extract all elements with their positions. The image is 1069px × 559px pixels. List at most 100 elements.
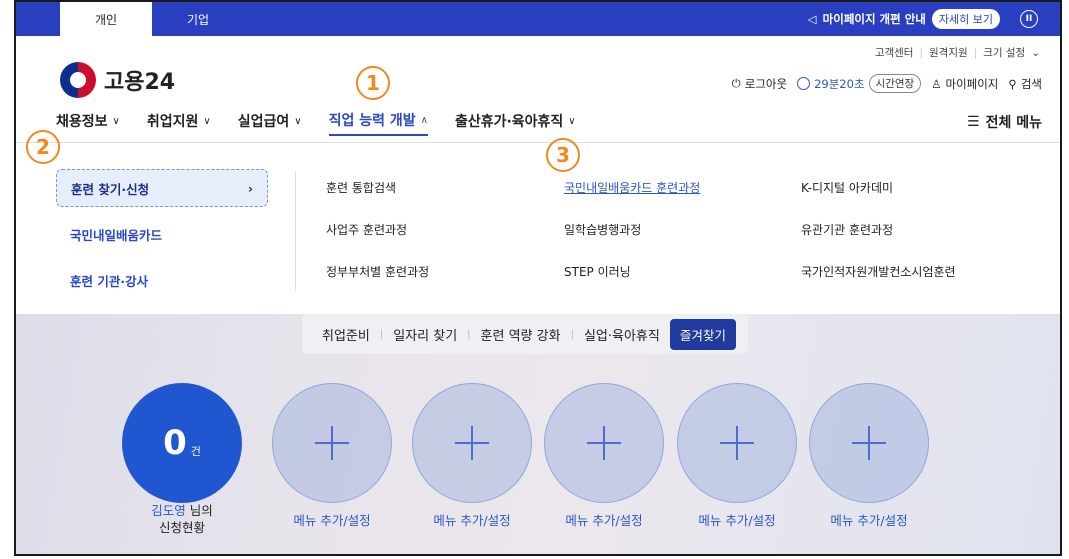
add-menu-caption[interactable]: 메뉴 추가/설정 — [402, 510, 542, 529]
submenu-link-learning-card-courses[interactable]: 국민내일배움카드 훈련과정 — [564, 179, 700, 196]
megaphone-icon: ◁ — [807, 12, 817, 26]
add-menu-button[interactable] — [412, 383, 532, 503]
main-nav: 채용정보 ∨ 취업지원 ∨ 실업급여 ∨ 직업 능력 개발 ∧ 출산휴가·육아휴직 ∨ — [56, 110, 576, 136]
step-badge-1: 1 — [356, 66, 390, 100]
power-icon: ⏻ — [731, 76, 741, 90]
notice-banner: ◁ 마이페이지 개편 안내 자세히 보기 — [808, 2, 1000, 36]
nav-label: 직업 능력 개발 — [328, 113, 416, 129]
font-size-setting[interactable]: 크기 설정 — [983, 45, 1025, 60]
search-icon: ⚲ — [1008, 76, 1017, 91]
submenu-link[interactable]: 정부부처별 훈련과정 — [326, 263, 429, 280]
user-name[interactable]: 김도영 — [151, 503, 186, 518]
remote-support-link[interactable]: 원격지원 — [929, 45, 968, 60]
submenu-column-2: 국민내일배움카드 훈련과정 일학습병행과정 STEP 이러닝 — [564, 179, 700, 280]
mypage-label: 마이페이지 — [945, 76, 999, 91]
add-menu-caption[interactable]: 메뉴 추가/설정 — [534, 510, 674, 529]
nav-item-parental-leave[interactable]: 출산휴가·육아휴직 ∨ — [455, 110, 576, 136]
submenu-link[interactable]: 훈련 통합검색 — [326, 179, 429, 196]
logout-label: 로그아웃 — [744, 76, 788, 91]
add-menu-caption[interactable]: 메뉴 추가/설정 — [262, 510, 402, 529]
sidebar-item-label: 훈련 찾기·신청 — [71, 181, 150, 197]
top-bar: 개인 기업 ◁ 마이페이지 개편 안내 자세히 보기 II — [16, 2, 1060, 36]
tab-company[interactable]: 기업 — [152, 2, 244, 36]
mega-sidebar: 훈련 찾기·신청 › 국민내일배움카드 훈련 기관·강사 — [56, 169, 268, 307]
submenu-column-3: K-디지털 아카데미 유관기관 훈련과정 국가인적자원개발컨소시엄훈련 — [801, 179, 956, 280]
chevron-up-icon: ∧ — [420, 114, 428, 126]
sidebar-item-learning-card[interactable]: 국민내일배움카드 — [56, 215, 268, 253]
submenu-link[interactable]: STEP 이러닝 — [564, 263, 700, 280]
logo-mark-icon — [60, 62, 96, 98]
add-menu-button[interactable] — [544, 383, 664, 503]
extend-session-button[interactable]: 시간연장 — [868, 74, 922, 93]
hero-section: 취업준비 | 일자리 찾기 | 훈련 역량 강화 | 실업·육아휴직 즐겨찾기 … — [16, 314, 1060, 554]
submenu-link[interactable]: K-디지털 아카데미 — [801, 179, 956, 196]
submenu-column-1: 훈련 통합검색 사업주 훈련과정 정부부처별 훈련과정 — [326, 179, 429, 280]
nav-label: 실업급여 — [237, 114, 290, 130]
quick-item[interactable]: 취업준비 — [322, 325, 370, 344]
customer-center-link[interactable]: 고객센터 — [875, 45, 914, 60]
search-button[interactable]: ⚲ 검색 — [1008, 76, 1042, 92]
mypage-link[interactable]: ♙ 마이페이지 — [931, 76, 998, 92]
divider: | — [973, 46, 978, 59]
plus-icon — [852, 426, 886, 460]
user-status-caption: 김도영 님의 신청현황 — [112, 502, 252, 536]
nav-label: 채용정보 — [56, 114, 108, 130]
user-icon: ♙ — [931, 76, 942, 91]
chevron-down-icon: ∨ — [112, 115, 120, 127]
sidebar-item-training-search[interactable]: 훈련 찾기·신청 › — [56, 169, 268, 207]
divider: | — [919, 46, 924, 59]
plus-icon — [315, 426, 349, 460]
submenu-link[interactable]: 유관기관 훈련과정 — [801, 221, 956, 238]
header-actions: ⏻ 로그아웃 29분20초 시간연장 ♙ 마이페이지 ⚲ 검색 — [732, 74, 1042, 93]
nav-item-jobs[interactable]: 채용정보 ∨ — [56, 110, 120, 136]
nav-item-employment-support[interactable]: 취업지원 ∨ — [147, 110, 211, 136]
add-menu-caption[interactable]: 메뉴 추가/설정 — [667, 510, 807, 529]
favorites-button[interactable]: 즐겨찾기 — [669, 318, 736, 350]
notice-text[interactable]: 마이페이지 개편 안내 — [823, 11, 926, 27]
add-menu-button[interactable] — [809, 383, 929, 503]
site-logo[interactable]: 고용24 — [60, 62, 175, 98]
count-unit: 건 — [190, 445, 201, 458]
chevron-right-icon: › — [247, 180, 253, 196]
plus-icon — [455, 426, 489, 460]
quick-item[interactable]: 실업·육아휴직 — [584, 325, 660, 344]
step-badge-3: 3 — [546, 138, 580, 172]
mega-menu: 훈련 찾기·신청 › 국민내일배움카드 훈련 기관·강사 훈련 통합검색 사업주… — [16, 142, 1060, 314]
tab-personal[interactable]: 개인 — [60, 2, 152, 36]
notice-more-button[interactable]: 자세히 보기 — [931, 9, 1000, 29]
submenu-link[interactable]: 일학습병행과정 — [564, 221, 700, 238]
add-menu-button[interactable] — [677, 383, 797, 503]
pause-icon[interactable]: II — [1020, 10, 1038, 28]
user-suffix: 님의 — [189, 503, 213, 518]
sidebar-item-label: 국민내일배움카드 — [70, 227, 163, 243]
hamburger-icon: ☰ — [967, 114, 980, 130]
nav-item-unemployment-benefit[interactable]: 실업급여 ∨ — [238, 110, 302, 136]
chevron-down-icon: ∨ — [294, 115, 302, 127]
quick-item[interactable]: 일자리 찾기 — [393, 325, 457, 344]
submenu-link[interactable]: 사업주 훈련과정 — [326, 221, 429, 238]
logout-button[interactable]: ⏻ 로그아웃 — [732, 76, 787, 92]
add-menu-button[interactable] — [272, 383, 392, 503]
submenu-link[interactable]: 국가인적자원개발컨소시엄훈련 — [801, 263, 956, 280]
quick-item[interactable]: 훈련 역량 강화 — [481, 325, 561, 344]
logo-text: 고용24 — [104, 70, 176, 95]
chevron-down-icon: ∨ — [568, 115, 576, 127]
search-label: 검색 — [1020, 76, 1042, 91]
quick-menu-bar: 취업준비 | 일자리 찾기 | 훈련 역량 강화 | 실업·육아휴직 즐겨찾기 — [302, 314, 748, 354]
divider: | — [467, 328, 471, 340]
add-menu-caption[interactable]: 메뉴 추가/설정 — [799, 510, 939, 529]
page-frame: 개인 기업 ◁ 마이페이지 개편 안내 자세히 보기 II 고객센터 | 원격지… — [14, 0, 1062, 556]
nav-label: 출산휴가·육아휴직 — [454, 114, 564, 130]
user-status-label: 신청현황 — [158, 520, 205, 535]
session-timer: 29분20초 시간연장 — [797, 74, 922, 93]
plus-icon — [587, 426, 621, 460]
all-menu-button[interactable]: ☰ 전체 메뉴 — [967, 112, 1042, 132]
sidebar-item-training-institutions[interactable]: 훈련 기관·강사 — [56, 261, 268, 299]
step-badge-2: 2 — [26, 130, 60, 164]
nav-item-vocational-training[interactable]: 직업 능력 개발 ∧ — [328, 110, 428, 136]
application-count-circle[interactable]: 0 건 — [122, 383, 242, 503]
all-menu-label: 전체 메뉴 — [985, 115, 1042, 131]
divider — [295, 171, 296, 291]
sidebar-item-label: 훈련 기관·강사 — [70, 273, 149, 289]
chevron-down-icon: ⌄ — [1031, 46, 1040, 59]
